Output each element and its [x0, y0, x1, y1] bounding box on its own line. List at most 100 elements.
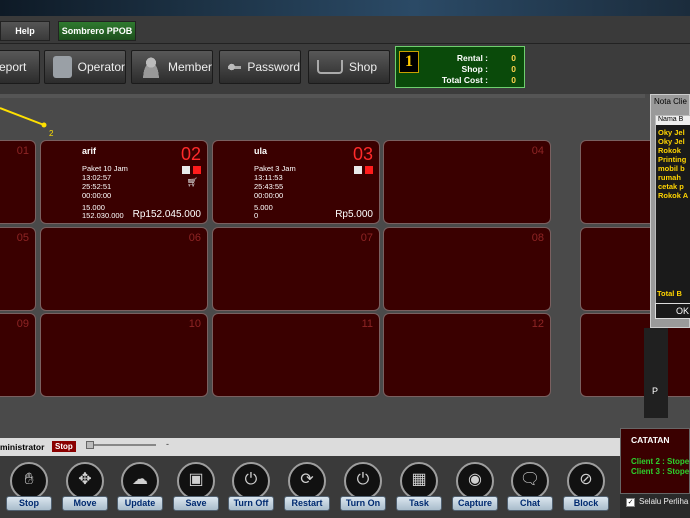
report-button[interactable]: eport [0, 50, 40, 84]
nota-item[interactable]: rumah [658, 173, 681, 182]
shop-cost-value: 0 [511, 64, 516, 74]
save-label: Save [173, 496, 219, 511]
move-button[interactable]: ✥ Move [60, 460, 110, 514]
nota-item[interactable]: Oky Jel [658, 128, 685, 137]
client-tile-07[interactable]: 07 [212, 227, 380, 311]
elapsed-time: 25:43:55 [254, 182, 284, 191]
volume-slider-handle[interactable] [86, 441, 94, 449]
client-tile-08[interactable]: 08 [383, 227, 551, 311]
top-strip [0, 94, 645, 98]
update-button[interactable]: ☁ Update [115, 460, 165, 514]
turn-on-label: Turn On [340, 496, 386, 511]
total-row: Total Cost : 0 [426, 75, 522, 87]
package-name: Paket 10 Jam [82, 164, 128, 173]
client-tile-03[interactable]: 03 ula Paket 3 Jam 13:11:53 25:43:55 00:… [212, 140, 380, 224]
operator-name: ministrator [0, 442, 45, 452]
pointer-annotation: 2 [0, 107, 54, 138]
client-tile-01[interactable]: 01 [0, 140, 36, 224]
stop-button[interactable]: ✋︎ Stop [4, 460, 54, 514]
shop-button[interactable]: Shop [308, 50, 390, 84]
status-red-icon [365, 166, 373, 174]
turn-off-label: Turn Off [228, 496, 274, 511]
always-show-checkbox-row[interactable]: ✓ Selalu Perliha [626, 496, 690, 514]
elapsed-time: 25:52:51 [82, 182, 112, 191]
restart-button[interactable]: ⟳ Restart [282, 460, 332, 514]
client-tile-09[interactable]: 09 [0, 313, 36, 397]
nota-total: Total B [657, 289, 682, 298]
password-button[interactable]: Password [219, 50, 301, 84]
rental-value: 0 [511, 53, 516, 63]
turn-off-button[interactable]: ⏻︎ Turn Off [226, 460, 276, 514]
shop-cost-label: Shop : [461, 64, 488, 74]
update-label: Update [117, 496, 163, 511]
tile-number: 03 [352, 144, 373, 164]
nota-item[interactable]: Oky Jel [658, 137, 685, 146]
chat-button[interactable]: 🗨︎ Chat [505, 460, 555, 514]
member-label: Member [167, 60, 212, 74]
save-button[interactable]: ▣ Save [171, 460, 221, 514]
shop-label: Shop [349, 60, 378, 74]
capture-label: Capture [452, 496, 498, 511]
toolbar: eport Operator Member Password Shop [0, 44, 690, 94]
ok-button[interactable]: OK [655, 303, 690, 319]
task-button[interactable]: ▦ Task [394, 460, 444, 514]
menu-bar: Help Sombrero PPOB [0, 16, 690, 44]
operator-button[interactable]: Operator [44, 50, 126, 84]
always-show-label: Selalu Perliha [639, 497, 689, 506]
remaining-time: 00:00:00 [254, 191, 284, 200]
stop-label: Stop [6, 496, 52, 511]
turn-on-button[interactable]: ⏻︎ Turn On [338, 460, 388, 514]
tile-number: 05 [16, 232, 29, 244]
rental-label: Rental : [456, 53, 488, 63]
nota-item[interactable]: Rokok [658, 146, 681, 155]
nota-item[interactable]: Printing [658, 155, 686, 164]
checkbox-checked-icon[interactable]: ✓ [626, 498, 635, 507]
tile-number: 07 [360, 232, 373, 244]
shopping-cart-icon: 🛒︎ [186, 177, 198, 187]
catatan-panel: CATATAN Client 2 : Stope Client 3 : Stop… [620, 428, 690, 494]
volume-slider-track[interactable] [86, 444, 156, 446]
catatan-line: Client 2 : Stope [631, 457, 690, 466]
help-menu-button[interactable]: Help [0, 21, 50, 41]
block-icon: ⊘ [579, 471, 593, 488]
restart-icon: ⟳ [300, 471, 314, 488]
remaining-time: 00:00:00 [82, 191, 112, 200]
tile-number: 11 [361, 318, 373, 330]
cloud-update-icon: ☁ [132, 471, 148, 488]
client-tile-10[interactable]: 10 [40, 313, 208, 397]
client-tile-11[interactable]: 11 [212, 313, 380, 397]
client-tile-02[interactable]: 02 arif Paket 10 Jam 13:02:57 25:52:51 0… [40, 140, 208, 224]
key-icon [228, 56, 242, 78]
member-button[interactable]: Member [131, 50, 213, 84]
client-username: ula [254, 146, 268, 156]
total-cost-label: Total Cost : [441, 75, 488, 85]
operator-id-card-icon [53, 56, 72, 78]
nota-item[interactable]: mobil b [658, 164, 685, 173]
client-tile-12[interactable]: 12 [383, 313, 551, 397]
nota-item[interactable]: cetak p [658, 182, 684, 191]
stop-status-badge: Stop [52, 441, 76, 452]
nota-list: Nama B Oky Jel Oky Jel Rokok Printing mo… [655, 115, 690, 305]
block-button[interactable]: ⊘ Block [561, 460, 611, 514]
cost-counter-panel: 1 Rental : 0 Shop : 0 Total Cost : 0 [395, 46, 525, 88]
client-tile-06[interactable]: 06 [40, 227, 208, 311]
client-tile-04[interactable]: 04 [383, 140, 551, 224]
catatan-title: CATATAN [631, 435, 670, 445]
client-tile-05[interactable]: 05 [0, 227, 36, 311]
tile-number: 12 [531, 318, 544, 330]
start-time: 13:02:57 [82, 173, 112, 182]
tile-number: 08 [531, 232, 544, 244]
status-bar: ministrator Stop - [0, 438, 620, 456]
capture-button[interactable]: ◉ Capture [450, 460, 500, 514]
catatan-line: Client 3 : Stope [631, 467, 690, 476]
status-white-icon [354, 166, 362, 174]
action-bar: ✋︎ Stop ✥ Move ☁ Update ▣ Save ⏻︎ Turn O… [0, 456, 620, 518]
total-cost-value: 0 [511, 75, 516, 85]
ppob-menu-button[interactable]: Sombrero PPOB [58, 21, 136, 41]
tile-number: 04 [531, 145, 544, 157]
operator-label: Operator [77, 60, 125, 74]
app-window: Help Sombrero PPOB eport Operator Member… [0, 0, 690, 518]
nota-item[interactable]: Rokok A [658, 191, 688, 200]
chat-label: Chat [507, 496, 553, 511]
client-username: arif [82, 146, 97, 156]
